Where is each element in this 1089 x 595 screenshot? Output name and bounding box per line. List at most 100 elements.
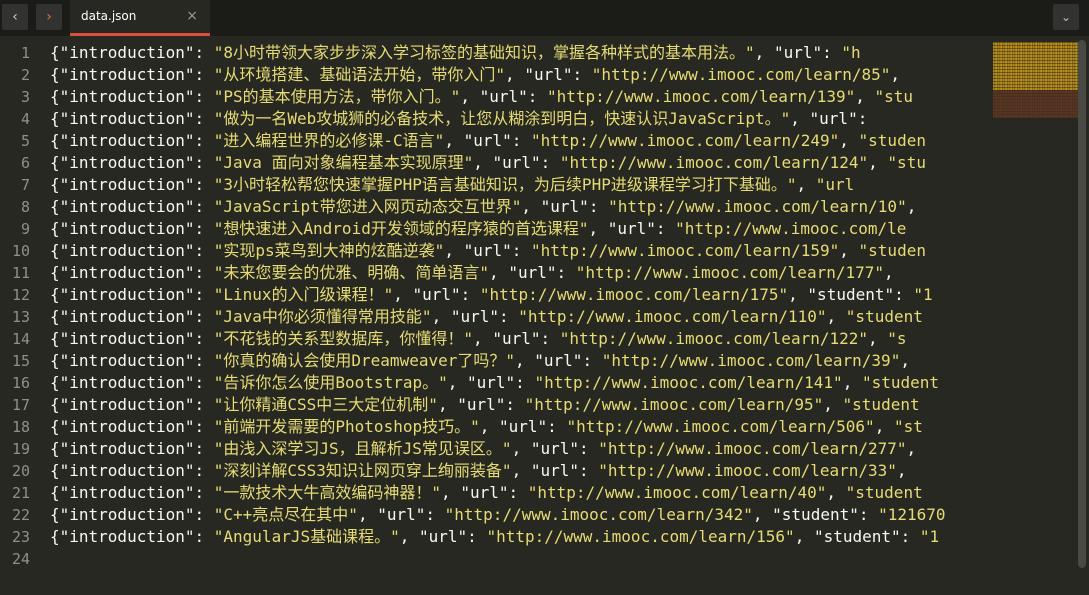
code-line: {"introduction": "想快速进入Android开发领域的程序猿的首… [50,218,906,240]
code-line: {"introduction": "Java 面向对象编程基本实现原理", "u… [50,152,926,174]
line-number: 20 [11,462,30,480]
json-key: {"introduction": [50,109,214,128]
line-number: 1 [20,44,30,62]
json-string-value: "Java 面向对象编程基本实现原理" [213,153,474,172]
code-line: {"introduction": "C++亮点尽在其中", "url": "ht… [50,504,946,526]
line-number-gutter: 1 2 3 4 5 6 7 8 9 10 11 12 13 14 15 16 17 18 19 20 21 22 23 24 [0,36,48,595]
code-line: {"introduction": "8小时带领大家步步深入学习标签的基础知识，掌… [50,42,861,64]
json-remainder: , "url": "http://www.imooc.com/learn/506… [479,417,923,436]
json-remainder: , "url": "http://www.imooc.com/learn/342… [357,505,946,524]
vertical-scrollbar[interactable] [1078,40,1086,568]
minimap-viewport[interactable] [993,90,1078,118]
json-key: {"introduction": [50,285,214,304]
chevron-right-icon[interactable]: › [36,4,62,30]
json-key: {"introduction": [50,329,214,348]
json-key: {"introduction": [50,527,214,546]
json-key: {"introduction": [50,373,214,392]
code-line: {"introduction": "AngularJS基础课程。", "url"… [50,526,939,548]
json-string-value: "8小时带领大家步步深入学习标签的基础知识，掌握各种样式的基本用法。" [213,43,755,62]
chevron-left-icon[interactable]: ‹ [2,4,28,30]
json-string-value: "让你精通CSS中三大定位机制" [213,395,438,414]
json-string-value: "想快速进入Android开发领域的程序猿的首选课程" [213,219,589,238]
line-number: 9 [20,220,30,238]
line-number: 18 [11,418,30,436]
json-key: {"introduction": [50,307,214,326]
json-string-value: "3小时轻松帮您快速掌握PHP语言基础知识，为后续PHP进级课程学习打下基础。" [213,175,797,194]
code-line: {"introduction": "JavaScript带您进入网页动态交互世界… [50,196,916,218]
json-remainder: , "url": "http://www.imooc.com/learn/95"… [437,395,920,414]
json-remainder: , "url": "http://www.imooc.com/learn/40"… [441,483,923,502]
json-key: {"introduction": [50,219,214,238]
code-line: {"introduction": "一款技术大牛高效编码神器！", "url":… [50,482,923,504]
line-number: 3 [20,88,30,106]
line-number: 5 [20,132,30,150]
json-key: {"introduction": [50,87,214,106]
code-line: {"introduction": "前端开发需要的Photoshop技巧。", … [50,416,923,438]
line-number: 15 [11,352,30,370]
json-key: {"introduction": [50,395,214,414]
line-number: 2 [20,66,30,84]
editor-window: ‹ › data.json × ⌄ 1 2 3 4 5 6 7 8 9 10 11 12 13 14 15 1… [0,0,1089,595]
json-key: {"introduction": [50,505,214,524]
json-string-value: "前端开发需要的Photoshop技巧。" [213,417,480,436]
json-remainder: , "url": "http://www.imooc.com/learn/110… [431,307,923,326]
json-string-value: "PS的基本使用方法，带你入门。" [213,87,461,106]
code-line: {"introduction": "实现ps菜鸟到大神的炫酷逆袭", "url"… [50,240,926,262]
line-number: 14 [11,330,30,348]
line-number: 13 [11,308,30,326]
json-key: {"introduction": [50,417,214,436]
line-number: 19 [11,440,30,458]
json-string-value: "AngularJS基础课程。" [213,527,400,546]
json-remainder: , "url": "http://www.imooc.com/learn/124… [473,153,926,172]
json-string-value: "做为一名Web攻城狮的必备技术，让您从糊涂到明白，快速认识JavaScript… [213,109,791,128]
json-string-value: "C++亮点尽在其中" [213,505,358,524]
json-remainder: , "url": "http://www.imooc.com/le [588,219,907,238]
code-line: {"introduction": "未来您要会的优雅、明确、简单语言", "ur… [50,262,894,284]
tab-bar: ‹ › data.json × ⌄ [0,0,1089,36]
json-remainder: , "url": "http://www.imooc.com/learn/159… [444,241,926,260]
json-key: {"introduction": [50,197,214,216]
json-string-value: "未来您要会的优雅、明确、简单语言" [213,263,490,282]
code-line: {"introduction": "不花钱的关系型数据库，你懂得！", "url… [50,328,907,350]
line-number: 21 [11,484,30,502]
code-area[interactable]: {"introduction": "8小时带领大家步步深入学习标签的基础知识，掌… [48,36,992,595]
line-number: 7 [20,176,30,194]
json-key: {"introduction": [50,153,214,172]
json-string-value: "深刻详解CSS3知识让网页穿上绚丽装备" [213,461,512,480]
json-remainder: , "url": "http://www.imooc.com/learn/139… [460,87,914,106]
code-line: {"introduction": "深刻详解CSS3知识让网页穿上绚丽装备", … [50,460,907,482]
line-number: 23 [11,528,30,546]
json-remainder: , "url": "http://www.imooc.com/learn/177… [489,263,894,282]
json-key: {"introduction": [50,263,214,282]
close-icon[interactable]: × [186,8,198,24]
chevron-down-icon[interactable]: ⌄ [1053,4,1079,30]
json-remainder: , "url": "http://www.imooc.com/learn/122… [473,329,907,348]
json-string-value: "你真的确认会使用Dreamweaver了吗？" [213,351,515,370]
code-line: {"introduction": "告诉你怎么使用Bootstrap。", "u… [50,372,939,394]
code-line: {"introduction": "让你精通CSS中三大定位机制", "url"… [50,394,920,416]
json-key: {"introduction": [50,43,214,62]
code-line: {"introduction": "进入编程世界的必修课-C语言", "url"… [50,130,926,152]
line-number: 11 [11,264,30,282]
json-string-value: "由浅入深学习JS，且解析JS常见误区。" [213,439,512,458]
json-string-value: "Java中你必须懂得常用技能" [213,307,432,326]
json-string-value: "不花钱的关系型数据库，你懂得！" [213,329,474,348]
json-key: {"introduction": [50,241,214,260]
code-line: {"introduction": "从环境搭建、基础语法开始，带你入门", "u… [50,64,900,86]
json-string-value: "一款技术大牛高效编码神器！" [213,483,442,502]
json-remainder: , "url": "http://www.imooc.com/learn/277… [511,439,917,458]
json-remainder: , "url": "http://www.imooc.com/learn/33"… [511,461,907,480]
json-remainder: , "url": [790,109,868,128]
tab-data-json[interactable]: data.json × [70,0,210,36]
line-number: 6 [20,154,30,172]
json-key: {"introduction": [50,351,214,370]
json-remainder: , "url": "http://www.imooc.com/learn/156… [399,527,940,546]
json-string-value: "进入编程世界的必修课-C语言" [213,131,445,150]
line-number: 24 [11,550,30,568]
json-key: {"introduction": [50,439,214,458]
json-remainder: , "url": "http://www.imooc.com/learn/141… [447,373,940,392]
line-number: 16 [11,374,30,392]
json-remainder: , "url": "http://www.imooc.com/learn/175… [393,285,933,304]
json-remainder: , "url": "http://www.imooc.com/learn/249… [444,131,926,150]
line-number: 22 [11,506,30,524]
